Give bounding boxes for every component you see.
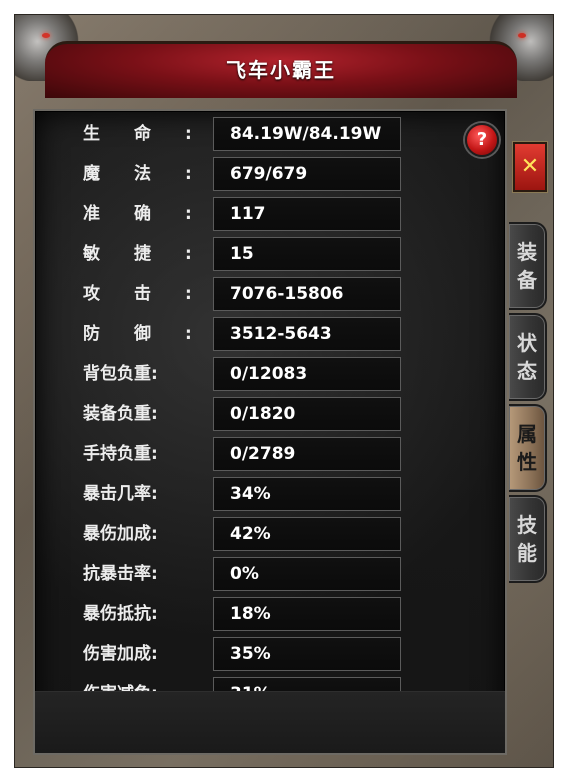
title-bar[interactable]: 飞车小霸王 [45,41,517,98]
stat-label: 攻击: [83,284,226,304]
stat-label: 暴伤抵抗: [83,604,158,624]
stat-row: 敏捷: 15 [35,237,505,271]
stat-list[interactable]: 生命: 84.19W/84.19W 魔法: 679/679 准确: 117 敏捷: 15 攻击:… [35,111,505,694]
tab-label: 态 [517,359,537,383]
stat-value: 34% [213,477,401,511]
panel-footer [35,691,505,753]
stat-row: 魔法: 679/679 [35,157,505,191]
stat-label: 防御: [83,324,226,344]
stat-label: 背包负重: [83,364,158,384]
stat-row: 攻击: 7076-15806 [35,277,505,311]
stat-label: 准确: [83,204,226,224]
stat-row: 抗暴击率: 0% [35,557,505,591]
stat-value: 3512-5643 [213,317,401,351]
close-button[interactable]: ✕ [513,142,547,192]
stat-label: 装备负重: [83,404,158,424]
stat-value: 117 [213,197,401,231]
window-title: 飞车小霸王 [226,57,336,82]
stat-value: 0/12083 [213,357,401,391]
stat-value: 18% [213,597,401,631]
tab-label: 能 [517,541,537,565]
stat-row: 暴伤加成: 42% [35,517,505,551]
stat-label: 抗暴击率: [83,564,158,584]
stat-row: 装备负重: 0/1820 [35,397,505,431]
tab-label: 装 [517,240,537,264]
stat-value: 7076-15806 [213,277,401,311]
stat-label: 魔法: [83,164,226,184]
character-window: 飞车小霸王 生命: 84.19W/84.19W 魔法: 679/679 准确: 117 敏捷… [14,14,554,768]
tab-equipment[interactable]: 装 备 [509,222,547,310]
stat-label: 暴击几率: [83,484,158,504]
stat-row: 准确: 117 [35,197,505,231]
stat-label: 手持负重: [83,444,158,464]
stat-row: 生命: 84.19W/84.19W [35,117,505,151]
stat-row: 手持负重: 0/2789 [35,437,505,471]
stat-value: 84.19W/84.19W [213,117,401,151]
tab-skills[interactable]: 技 能 [509,495,547,583]
stat-row: 暴伤抵抗: 18% [35,597,505,631]
stat-value: 35% [213,637,401,671]
attribute-panel: 生命: 84.19W/84.19W 魔法: 679/679 准确: 117 敏捷: 15 攻击:… [33,109,507,755]
stat-row: 暴击几率: 34% [35,477,505,511]
stat-row: 伤害加成: 35% [35,637,505,671]
stat-label: 暴伤加成: [83,524,158,544]
stat-value: 679/679 [213,157,401,191]
stat-value: 15 [213,237,401,271]
stat-value: 42% [213,517,401,551]
tab-attributes[interactable]: 属 性 [509,404,547,492]
stat-label: 伤害加成: [83,644,158,664]
stat-row: 防御: 3512-5643 [35,317,505,351]
stat-label: 敏捷: [83,244,226,264]
stat-value: 0/1820 [213,397,401,431]
help-icon[interactable]: ? [465,123,499,157]
tab-label: 属 [517,422,537,446]
tab-label: 技 [517,513,537,537]
tab-label: 状 [517,331,537,355]
tab-label: 备 [517,268,537,292]
stat-value: 0% [213,557,401,591]
stat-row: 背包负重: 0/12083 [35,357,505,391]
tab-status[interactable]: 状 态 [509,313,547,401]
stat-value: 0/2789 [213,437,401,471]
tab-label: 性 [517,450,537,474]
stat-label: 生命: [83,124,226,144]
